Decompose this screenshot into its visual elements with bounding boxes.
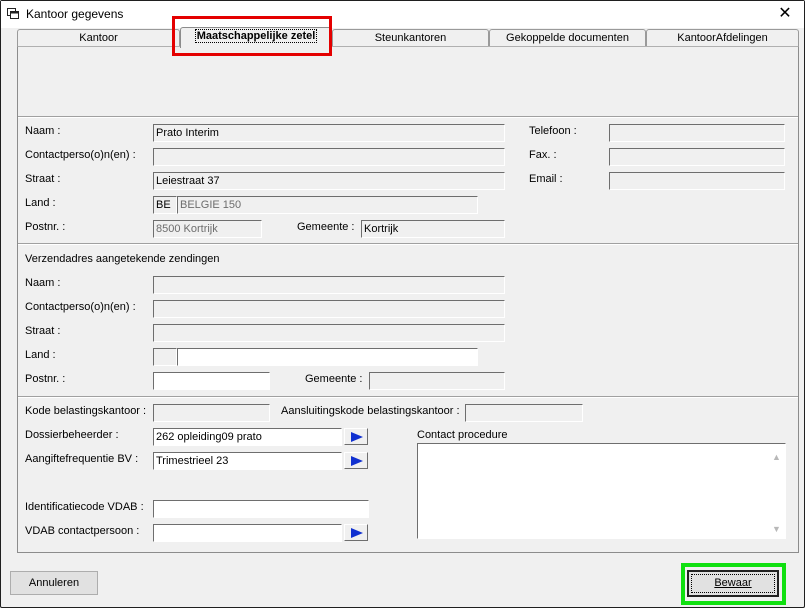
divider (18, 116, 798, 118)
dossierbeheerder-field[interactable]: 262 opleiding09 prato (153, 428, 342, 446)
naam-label: Naam : (25, 125, 61, 137)
vdab-contactpersoon-select-button[interactable] (344, 524, 368, 541)
tab-steunkantoren[interactable]: Steunkantoren (332, 29, 489, 46)
fax-label: Fax. : (529, 149, 557, 161)
contactpersoon-field[interactable] (153, 148, 505, 166)
vdab-contactpersoon-field[interactable] (153, 524, 342, 542)
email-label: Email : (529, 173, 563, 185)
verzend-postnr-label: Postnr. : (25, 373, 66, 385)
verzendadres-section-title: Verzendadres aangetekende zendingen (25, 253, 220, 265)
tab-gekoppelde-documenten[interactable]: Gekoppelde documenten (489, 29, 646, 46)
vdab-contactpersoon-label: VDAB contactpersoon : (25, 525, 140, 537)
save-button-highlight (681, 563, 786, 605)
verzend-naam-field[interactable] (153, 276, 505, 294)
scroll-up-arrow-icon[interactable]: ▲ (770, 451, 783, 464)
straat-label: Straat : (25, 173, 61, 185)
verzend-land-code-field[interactable] (153, 348, 177, 366)
kode-belastingskantoor-label: Kode belastingskantoor : (25, 405, 147, 417)
land-name-field[interactable]: BELGIE 150 (177, 196, 478, 214)
contactpersoon-label: Contactperso(o)n(en) : (25, 149, 136, 161)
telefoon-label: Telefoon : (529, 125, 577, 137)
contact-procedure-textarea[interactable] (417, 443, 786, 539)
kode-belastingskantoor-field[interactable] (153, 404, 270, 422)
verzend-postnr-field[interactable] (153, 372, 270, 390)
active-tab-highlight (172, 16, 332, 56)
vdab-identificatiecode-label: Identificatiecode VDAB : (25, 501, 144, 513)
land-code-field[interactable]: BE (153, 196, 177, 214)
tab-kantoor[interactable]: Kantoor (17, 29, 180, 46)
postnr-field[interactable]: 8500 Kortrijk (153, 220, 262, 238)
postnr-label: Postnr. : (25, 221, 66, 233)
divider (18, 243, 798, 245)
verzend-contactpersoon-label: Contactperso(o)n(en) : (25, 301, 136, 313)
aansluitingskode-label: Aansluitingskode belastingskantoor : (281, 405, 460, 417)
naam-field[interactable]: Prato Interim (153, 124, 505, 142)
app-window-icon (7, 8, 19, 19)
telefoon-field[interactable] (609, 124, 785, 142)
gemeente-field[interactable]: Kortrijk (361, 220, 505, 238)
verzend-gemeente-field[interactable] (369, 372, 505, 390)
gemeente-label: Gemeente : (297, 221, 355, 233)
verzend-straat-field[interactable] (153, 324, 505, 342)
cancel-button[interactable]: Annuleren (10, 571, 98, 595)
verzend-land-name-field[interactable] (177, 348, 478, 366)
aansluitingskode-field[interactable] (465, 404, 583, 422)
email-field[interactable] (609, 172, 785, 190)
dossierbeheerder-label: Dossierbeheerder : (25, 429, 119, 441)
straat-field[interactable]: Leiestraat 37 (153, 172, 505, 190)
divider (18, 396, 798, 398)
verzend-straat-label: Straat : (25, 325, 61, 337)
verzend-naam-label: Naam : (25, 277, 61, 289)
tab-kantoorafdelingen[interactable]: KantoorAfdelingen (646, 29, 799, 46)
vdab-identificatiecode-field[interactable] (153, 500, 369, 518)
fax-field[interactable] (609, 148, 785, 166)
aangiftefrequentie-field[interactable]: Trimestrieel 23 (153, 452, 342, 470)
aangiftefrequentie-label: Aangiftefrequentie BV : (25, 453, 139, 465)
window-title: Kantoor gegevens (26, 7, 124, 21)
scroll-down-arrow-icon[interactable]: ▼ (770, 523, 783, 536)
close-button[interactable]: ✕ (770, 2, 800, 26)
contact-procedure-label: Contact procedure (417, 429, 508, 441)
land-label: Land : (25, 197, 56, 209)
verzend-land-label: Land : (25, 349, 56, 361)
dossierbeheerder-select-button[interactable] (344, 428, 368, 445)
aangiftefrequentie-select-button[interactable] (344, 452, 368, 469)
verzend-gemeente-label: Gemeente : (305, 373, 363, 385)
verzend-contactpersoon-field[interactable] (153, 300, 505, 318)
